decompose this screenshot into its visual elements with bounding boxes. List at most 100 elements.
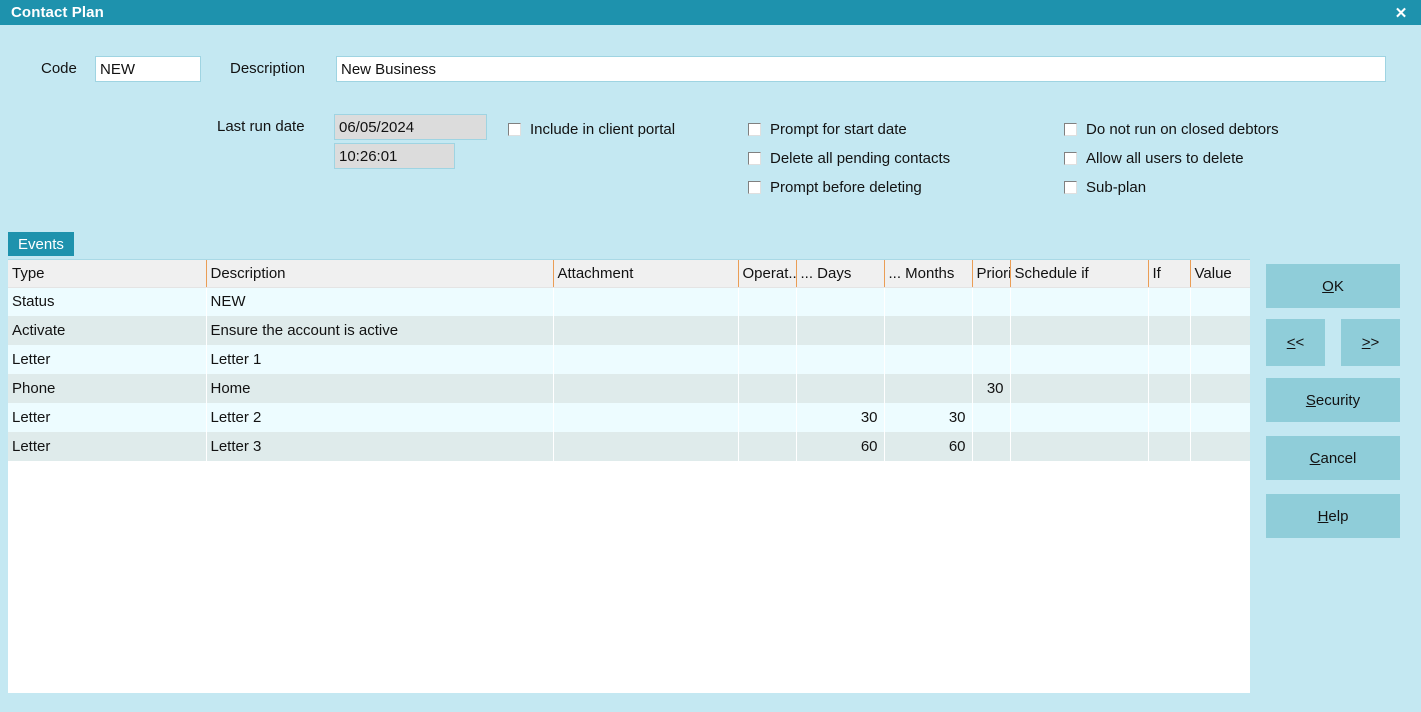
cell-type[interactable]: Letter	[8, 432, 207, 461]
cell-attachment[interactable]	[553, 316, 739, 345]
column-header-type[interactable]: Type	[8, 260, 207, 288]
cell-attachment[interactable]	[553, 432, 739, 461]
cell-days[interactable]	[796, 374, 885, 403]
table-row[interactable]: Activate Ensure the account is active	[8, 316, 1250, 345]
help-button[interactable]: Help	[1266, 494, 1400, 538]
column-header-priority[interactable]: Priori	[972, 260, 1011, 288]
cell-type[interactable]: Status	[8, 287, 207, 316]
checkbox-sub-plan[interactable]: Sub-plan	[1064, 179, 1146, 196]
cell-days[interactable]	[796, 287, 885, 316]
cell-schedule-if[interactable]	[1010, 432, 1149, 461]
cell-if[interactable]	[1148, 432, 1191, 461]
cell-attachment[interactable]	[553, 287, 739, 316]
table-row[interactable]: Status NEW	[8, 287, 1250, 316]
cell-schedule-if[interactable]	[1010, 403, 1149, 432]
cell-if[interactable]	[1148, 345, 1191, 374]
cell-if[interactable]	[1148, 403, 1191, 432]
cell-type[interactable]: Letter	[8, 403, 207, 432]
checkbox-box-icon[interactable]	[508, 123, 521, 136]
cell-schedule-if[interactable]	[1010, 345, 1149, 374]
cell-description[interactable]: NEW	[206, 287, 554, 316]
table-row[interactable]: Letter Letter 1	[8, 345, 1250, 374]
cancel-button[interactable]: Cancel	[1266, 436, 1400, 480]
column-header-if[interactable]: If	[1148, 260, 1191, 288]
cell-description[interactable]: Letter 3	[206, 432, 554, 461]
table-row[interactable]: Letter Letter 2 30 30	[8, 403, 1250, 432]
cell-schedule-if[interactable]	[1010, 316, 1149, 345]
tab-events[interactable]: Events	[8, 232, 74, 256]
checkbox-include-in-client-portal[interactable]: Include in client portal	[508, 121, 675, 138]
cell-type[interactable]: Letter	[8, 345, 207, 374]
cell-value[interactable]	[1190, 287, 1250, 316]
checkbox-box-icon[interactable]	[748, 181, 761, 194]
cell-schedule-if[interactable]	[1010, 287, 1149, 316]
cell-value[interactable]	[1190, 432, 1250, 461]
column-header-value[interactable]: Value	[1190, 260, 1250, 288]
checkbox-do-not-run-on-closed-debtors[interactable]: Do not run on closed debtors	[1064, 121, 1279, 138]
cell-months[interactable]	[884, 287, 973, 316]
cell-operator[interactable]	[738, 403, 797, 432]
table-row[interactable]: Letter Letter 3 60 60	[8, 432, 1250, 461]
column-header-attachment[interactable]: Attachment	[553, 260, 739, 288]
cell-priority[interactable]	[972, 316, 1011, 345]
next-button[interactable]: >>	[1341, 319, 1400, 366]
cell-schedule-if[interactable]	[1010, 374, 1149, 403]
checkbox-box-icon[interactable]	[1064, 123, 1077, 136]
cell-if[interactable]	[1148, 316, 1191, 345]
close-icon[interactable]: ✕	[1381, 0, 1421, 25]
checkbox-box-icon[interactable]	[748, 152, 761, 165]
checkbox-allow-all-users-to-delete[interactable]: Allow all users to delete	[1064, 150, 1244, 167]
column-header-operator[interactable]: Operat...	[738, 260, 797, 288]
cell-months[interactable]: 60	[884, 432, 973, 461]
cell-operator[interactable]	[738, 374, 797, 403]
cell-attachment[interactable]	[553, 345, 739, 374]
cell-description[interactable]: Home	[206, 374, 554, 403]
cell-months[interactable]	[884, 345, 973, 374]
cell-months[interactable]	[884, 316, 973, 345]
cell-attachment[interactable]	[553, 374, 739, 403]
cell-days[interactable]: 30	[796, 403, 885, 432]
cell-days[interactable]	[796, 345, 885, 374]
cell-value[interactable]	[1190, 403, 1250, 432]
cell-if[interactable]	[1148, 374, 1191, 403]
checkbox-box-icon[interactable]	[1064, 152, 1077, 165]
cell-value[interactable]	[1190, 345, 1250, 374]
cell-description[interactable]: Letter 1	[206, 345, 554, 374]
cell-days[interactable]: 60	[796, 432, 885, 461]
cell-operator[interactable]	[738, 432, 797, 461]
cell-description[interactable]: Letter 2	[206, 403, 554, 432]
previous-button[interactable]: <<	[1266, 319, 1325, 366]
cell-operator[interactable]	[738, 287, 797, 316]
cell-value[interactable]	[1190, 374, 1250, 403]
cell-operator[interactable]	[738, 316, 797, 345]
column-header-days[interactable]: ... Days	[796, 260, 885, 288]
cell-type[interactable]: Phone	[8, 374, 207, 403]
column-header-description[interactable]: Description	[206, 260, 554, 288]
table-row[interactable]: Phone Home 30	[8, 374, 1250, 403]
column-header-schedule-if[interactable]: Schedule if	[1010, 260, 1149, 288]
cell-operator[interactable]	[738, 345, 797, 374]
checkbox-delete-all-pending-contacts[interactable]: Delete all pending contacts	[748, 150, 950, 167]
cell-priority[interactable]	[972, 345, 1011, 374]
cell-description[interactable]: Ensure the account is active	[206, 316, 554, 345]
cell-priority[interactable]	[972, 287, 1011, 316]
cell-type[interactable]: Activate	[8, 316, 207, 345]
cell-months[interactable]: 30	[884, 403, 973, 432]
ok-button[interactable]: OK	[1266, 264, 1400, 308]
description-input[interactable]: New Business	[336, 56, 1386, 82]
checkbox-box-icon[interactable]	[1064, 181, 1077, 194]
column-header-months[interactable]: ... Months	[884, 260, 973, 288]
security-button[interactable]: Security	[1266, 378, 1400, 422]
cell-months[interactable]	[884, 374, 973, 403]
cell-priority[interactable]	[972, 432, 1011, 461]
cell-days[interactable]	[796, 316, 885, 345]
cell-priority[interactable]	[972, 403, 1011, 432]
checkbox-box-icon[interactable]	[748, 123, 761, 136]
cell-value[interactable]	[1190, 316, 1250, 345]
cell-if[interactable]	[1148, 287, 1191, 316]
checkbox-prompt-before-deleting[interactable]: Prompt before deleting	[748, 179, 922, 196]
cell-priority[interactable]: 30	[972, 374, 1011, 403]
checkbox-prompt-for-start-date[interactable]: Prompt for start date	[748, 121, 907, 138]
cell-attachment[interactable]	[553, 403, 739, 432]
code-input[interactable]: NEW	[95, 56, 201, 82]
